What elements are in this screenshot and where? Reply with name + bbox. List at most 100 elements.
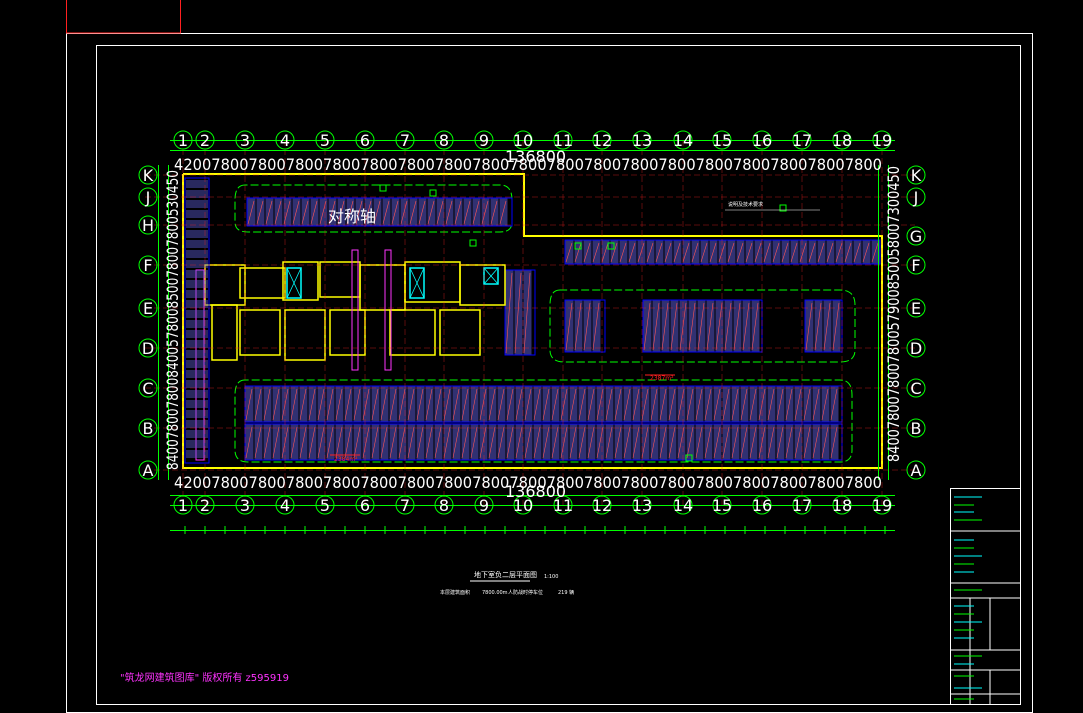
axis-number-label: 17 bbox=[792, 496, 812, 515]
bottom-total-dimension: 136800 bbox=[505, 482, 566, 501]
area-label-right: 2387m² bbox=[650, 375, 674, 382]
parking-stall bbox=[186, 300, 208, 308]
parking-stall bbox=[186, 360, 208, 368]
axis-number-label: 14 bbox=[673, 496, 693, 515]
viewport-corner-frame bbox=[66, 0, 181, 34]
axis-letter-label: A bbox=[911, 461, 922, 480]
info-line-1-value: 7800.00m bbox=[482, 590, 508, 596]
parking-stall bbox=[186, 270, 208, 278]
parking-stall bbox=[186, 250, 208, 258]
parking-stall bbox=[186, 330, 208, 338]
axis-number-label: 3 bbox=[240, 496, 250, 515]
axis-letter-label: E bbox=[143, 299, 153, 318]
parking-stall bbox=[186, 240, 208, 248]
parking-row-mid bbox=[244, 385, 843, 423]
core-room bbox=[204, 264, 246, 306]
notes-label: 说明及技术要求 bbox=[728, 201, 763, 208]
core-room bbox=[239, 267, 286, 299]
parking-stall bbox=[186, 220, 208, 228]
parking-stall bbox=[186, 310, 208, 318]
equipment-mark bbox=[429, 189, 437, 197]
axis-number-label: 16 bbox=[752, 131, 772, 150]
core-room bbox=[359, 264, 406, 311]
top-total-dimension: 136800 bbox=[505, 147, 566, 166]
axis-letter-label: B bbox=[911, 419, 922, 438]
axis-letter-label: C bbox=[910, 379, 921, 398]
axis-number-label: 12 bbox=[592, 496, 612, 515]
axis-number-label: 8 bbox=[439, 131, 449, 150]
right-dimension-string: 840078007800780057900850058007300450 bbox=[884, 166, 903, 462]
axis-number-label: 2 bbox=[200, 496, 210, 515]
left-dimension-string: 840078007800840057800850078007800530450 bbox=[163, 170, 182, 470]
core-room bbox=[284, 309, 326, 361]
axis-number-label: 5 bbox=[320, 496, 330, 515]
parking-stall bbox=[186, 390, 208, 398]
parking-stall bbox=[186, 440, 208, 448]
equipment-mark bbox=[469, 239, 477, 247]
axis-number-label: 5 bbox=[320, 131, 330, 150]
parking-stall bbox=[186, 350, 208, 358]
axis-number-label: 4 bbox=[280, 496, 290, 515]
axis-letter-label: D bbox=[910, 339, 922, 358]
axis-number-label: 13 bbox=[632, 131, 652, 150]
core-room bbox=[211, 304, 238, 361]
axis-letter-label: C bbox=[142, 379, 153, 398]
axis-number-label: 9 bbox=[479, 131, 489, 150]
info-line-2-value: 219 辆 bbox=[558, 589, 574, 596]
axis-letter-label: J bbox=[145, 188, 151, 207]
parking-col-center bbox=[504, 269, 536, 356]
area-label-left: 2384m² bbox=[334, 456, 358, 463]
axis-number-label: 6 bbox=[360, 496, 370, 515]
axis-letter-label: F bbox=[911, 256, 920, 275]
axis-number-label: 12 bbox=[592, 131, 612, 150]
parking-row-east-top bbox=[564, 239, 881, 265]
equipment-mark bbox=[379, 184, 387, 192]
info-line-2: 人防战时停车位 bbox=[508, 589, 543, 596]
axis-number-label: 7 bbox=[400, 496, 410, 515]
axis-number-label: 4 bbox=[280, 131, 290, 150]
axis-letter-label: J bbox=[913, 188, 919, 207]
parking-row-top bbox=[246, 197, 513, 227]
axis-number-label: 1 bbox=[178, 496, 188, 515]
parking-stall bbox=[186, 290, 208, 298]
watermark-text: "筑龙网建筑图库" 版权所有 z595919 bbox=[120, 671, 289, 684]
parking-stall bbox=[186, 380, 208, 388]
drawing-scale: 1:100 bbox=[544, 574, 558, 580]
axis-number-label: 2 bbox=[200, 131, 210, 150]
axis-number-label: 15 bbox=[712, 496, 732, 515]
parking-stall bbox=[186, 410, 208, 418]
axis-letter-label: E bbox=[911, 299, 921, 318]
axis-number-label: 14 bbox=[673, 131, 693, 150]
axis-number-label: 6 bbox=[360, 131, 370, 150]
floor-plan-layer bbox=[182, 173, 883, 469]
axis-letter-label: G bbox=[910, 227, 922, 246]
drawing-title: 地下室负二层平面图 bbox=[474, 570, 537, 579]
axis-number-label: 18 bbox=[832, 131, 852, 150]
parking-stall bbox=[186, 230, 208, 238]
axis-number-label: 19 bbox=[872, 131, 892, 150]
parking-stall bbox=[186, 370, 208, 378]
axis-letter-label: H bbox=[142, 216, 154, 235]
axis-letter-label: K bbox=[143, 166, 154, 185]
parking-stall bbox=[186, 200, 208, 208]
axis-number-label: 19 bbox=[872, 496, 892, 515]
parking-stall bbox=[186, 340, 208, 348]
axis-number-label: 1 bbox=[178, 131, 188, 150]
parking-stall bbox=[186, 400, 208, 408]
symmetry-axis-label: 对称轴 bbox=[328, 207, 376, 226]
parking-stall bbox=[186, 320, 208, 328]
parking-stall bbox=[186, 430, 208, 438]
axis-number-label: 17 bbox=[792, 131, 812, 150]
axis-number-label: 18 bbox=[832, 496, 852, 515]
parking-stall bbox=[186, 260, 208, 268]
parking-stall bbox=[186, 210, 208, 218]
parking-stall bbox=[186, 180, 208, 188]
core-room bbox=[319, 261, 361, 298]
axis-number-label: 13 bbox=[632, 496, 652, 515]
info-line-1: 本层建筑面积 bbox=[440, 589, 470, 596]
axis-letter-label: D bbox=[142, 339, 154, 358]
axis-number-label: 9 bbox=[479, 496, 489, 515]
cad-drawing-canvas[interactable]: 1122334455667788991010111112121313141415… bbox=[0, 0, 1083, 713]
axis-letter-label: B bbox=[143, 419, 154, 438]
parking-stall bbox=[186, 450, 208, 458]
